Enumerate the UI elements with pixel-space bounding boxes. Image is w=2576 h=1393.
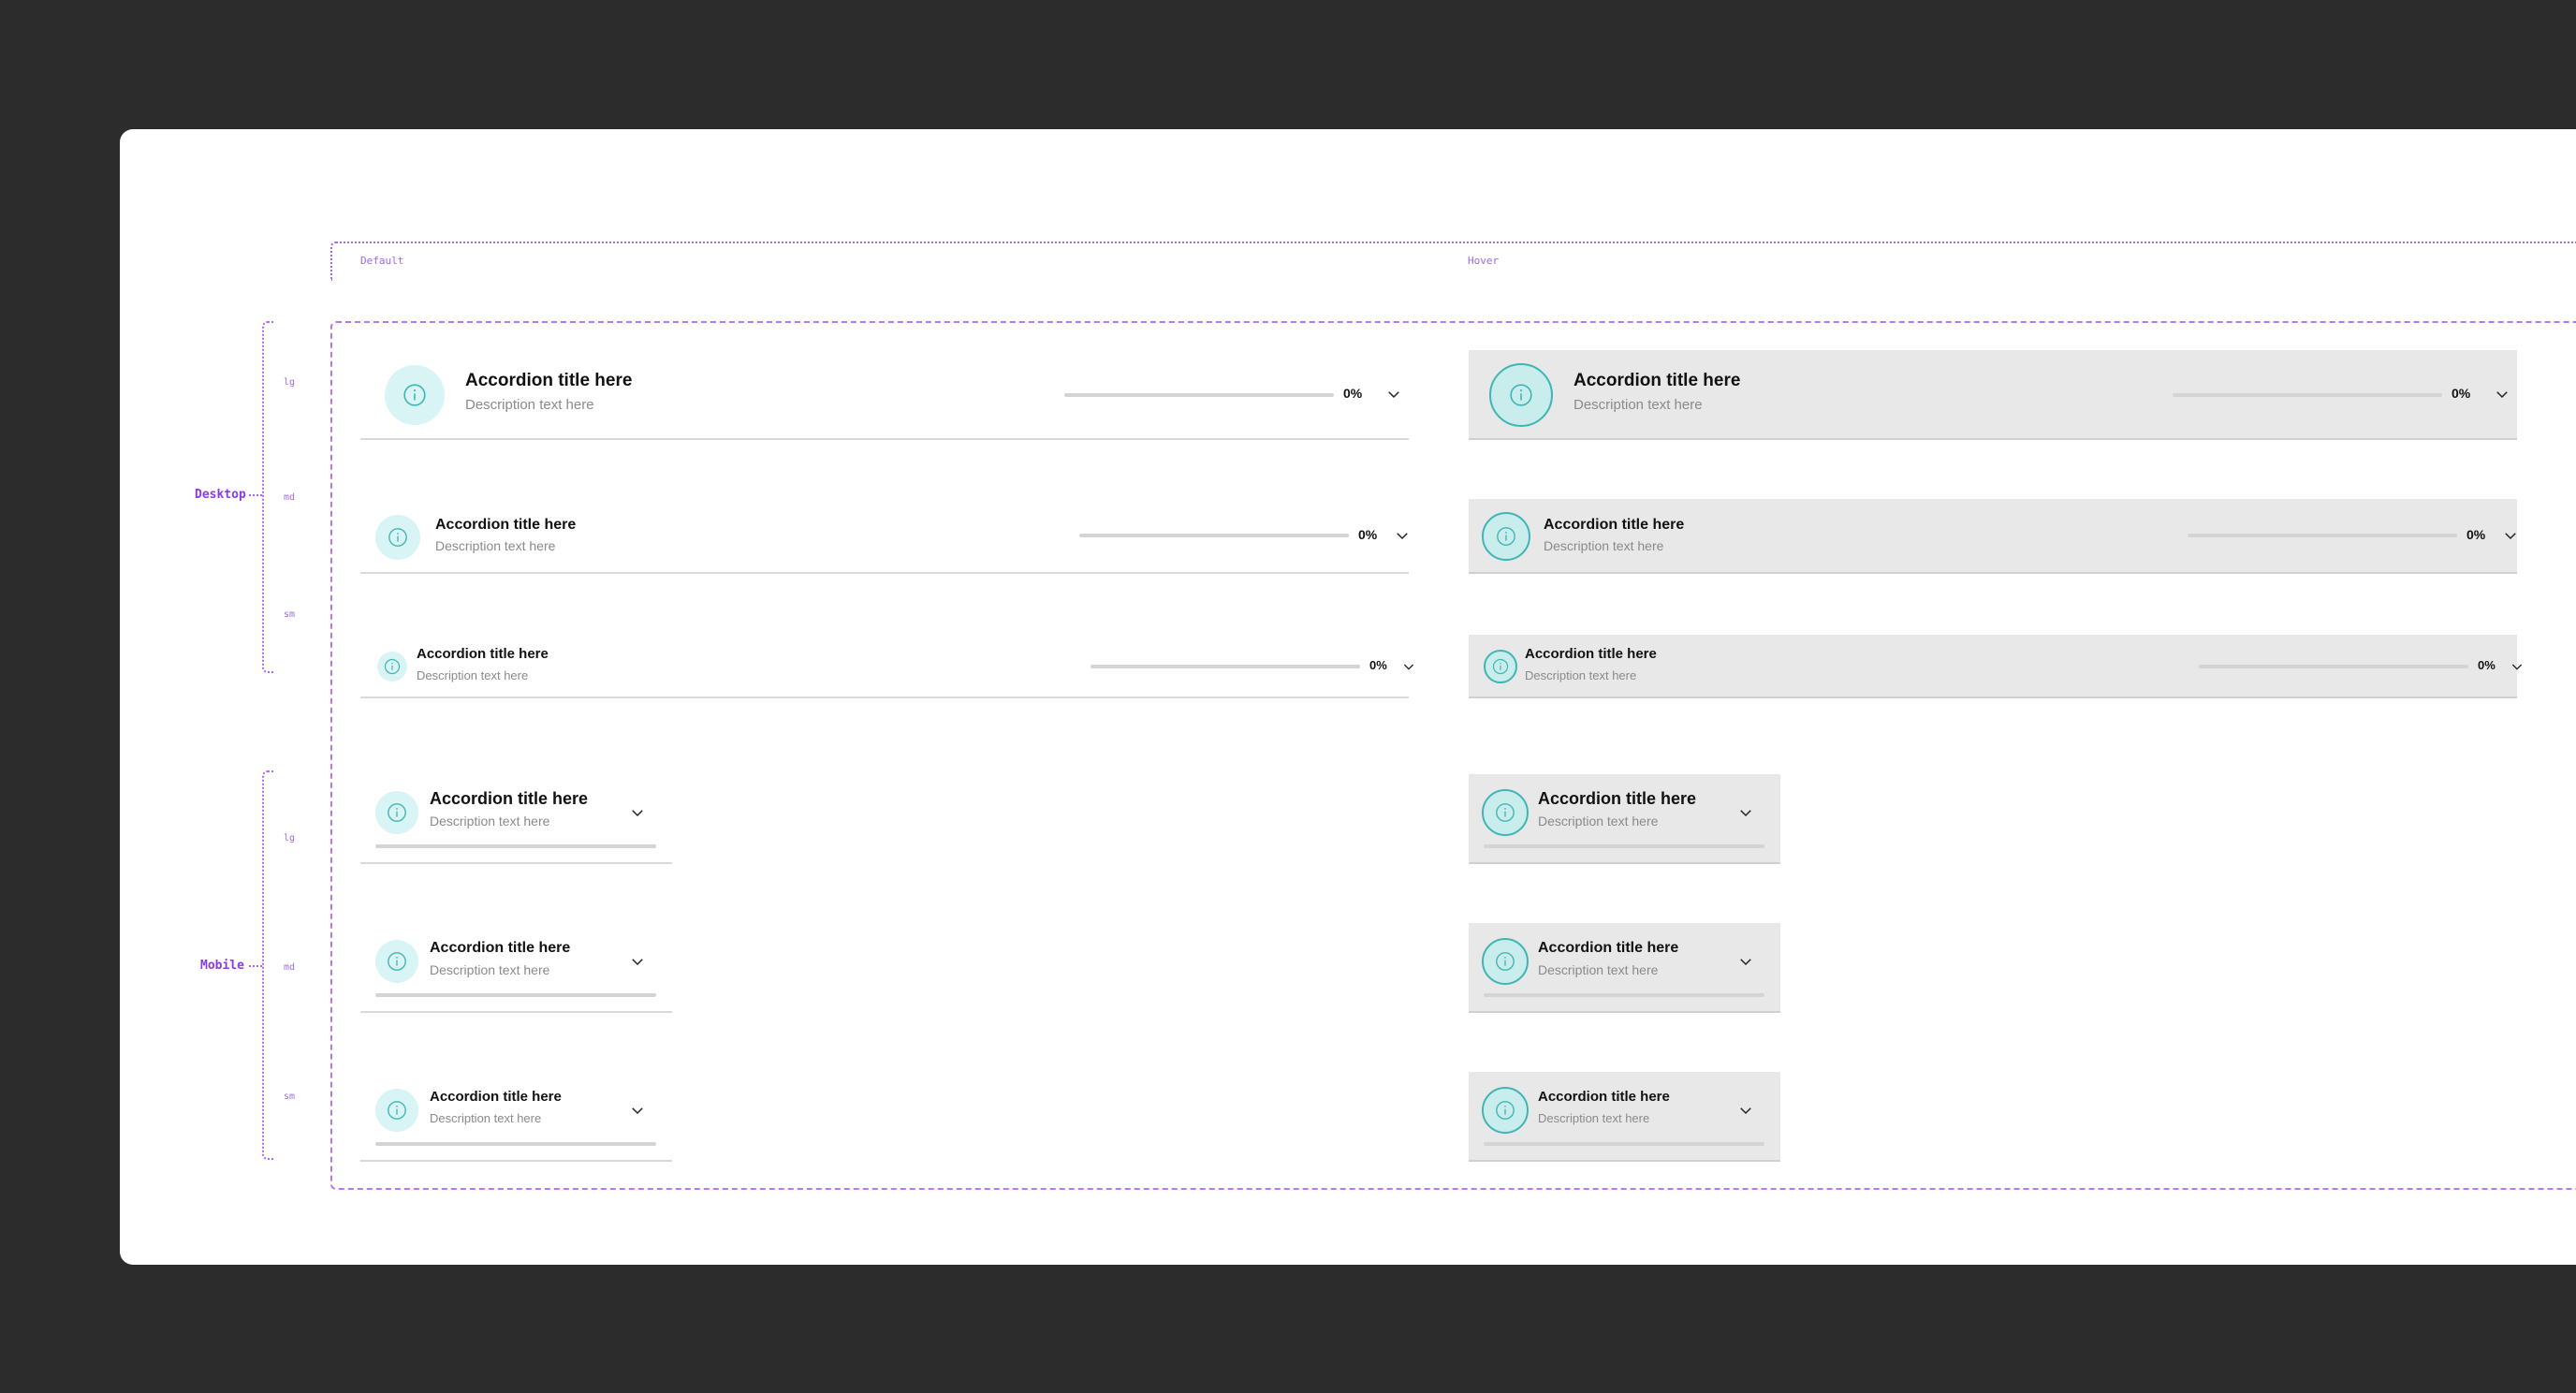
accordion-description: Description text here — [1538, 814, 1659, 828]
accordion-mobile-lg-hover[interactable]: Accordion title here Description text he… — [1469, 774, 1780, 864]
progress-bar — [1484, 993, 1764, 997]
info-icon — [375, 940, 418, 983]
progress-bar — [1079, 534, 1349, 537]
chevron-down-icon[interactable] — [1401, 659, 1416, 674]
chevron-down-icon[interactable] — [2510, 659, 2525, 674]
states-frame — [330, 242, 2576, 281]
accordion-mobile-sm-hover[interactable]: Accordion title here Description text he… — [1469, 1072, 1780, 1162]
info-icon — [375, 1089, 418, 1132]
accordion-mobile-lg-default[interactable]: Accordion title here Description text he… — [360, 774, 672, 864]
accordion-desktop-md-hover[interactable]: Accordion title here Description text he… — [1469, 499, 2517, 574]
mobile-tick — [249, 965, 262, 967]
accordion-description: Description text here — [430, 962, 550, 977]
mobile-sm-label: sm — [284, 1092, 296, 1102]
progress-label: 0% — [1343, 386, 1363, 401]
accordion-mobile-md-default[interactable]: Accordion title here Description text he… — [360, 923, 672, 1013]
info-icon — [1489, 363, 1553, 427]
mobile-bracket — [262, 770, 273, 1160]
info-icon — [1482, 512, 1530, 561]
accordion-title: Accordion title here — [430, 789, 589, 808]
accordion-description: Description text here — [1538, 1111, 1650, 1125]
accordion-title: Accordion title here — [1573, 371, 1741, 390]
accordion-description: Description text here — [465, 397, 594, 413]
mobile-group-label: Mobile — [200, 959, 244, 973]
progress-label: 0% — [1369, 658, 1387, 672]
progress-bar — [2188, 534, 2457, 537]
desktop-group-label: Desktop — [195, 488, 246, 502]
mobile-lg-label: lg — [284, 833, 296, 843]
progress-bar — [375, 844, 656, 848]
chevron-down-icon[interactable] — [1385, 386, 1402, 403]
chevron-down-icon[interactable] — [629, 804, 646, 821]
accordion-description: Description text here — [1538, 962, 1659, 977]
accordion-title: Accordion title here — [1538, 789, 1697, 808]
info-icon — [1484, 650, 1517, 683]
accordion-desktop-md-default[interactable]: Accordion title here Description text he… — [360, 499, 1409, 574]
accordion-description: Description text here — [435, 538, 556, 553]
info-icon — [375, 791, 418, 834]
default-column-label: Default — [360, 255, 404, 267]
chevron-down-icon[interactable] — [1394, 527, 1411, 544]
progress-bar — [1064, 393, 1334, 397]
desktop-sm-label: sm — [284, 609, 296, 620]
accordion-title: Accordion title here — [1538, 940, 1679, 956]
progress-bar — [2173, 393, 2442, 397]
progress-label: 0% — [2478, 658, 2496, 672]
accordion-title: Accordion title here — [1538, 1089, 1670, 1105]
design-canvas: Default Hover Desktop lg md sm Mobile lg… — [120, 129, 2576, 1265]
accordion-title: Accordion title here — [1544, 517, 1685, 533]
accordion-desktop-lg-default[interactable]: Accordion title here Description text he… — [360, 350, 1409, 440]
accordion-title: Accordion title here — [430, 940, 571, 956]
variants-frame — [330, 321, 2576, 1190]
accordion-desktop-sm-default[interactable]: Accordion title here Description text he… — [360, 635, 1414, 698]
progress-bar — [2199, 665, 2468, 668]
chevron-down-icon[interactable] — [1737, 804, 1754, 821]
accordion-description: Description text here — [417, 668, 529, 682]
desktop-lg-label: lg — [284, 377, 296, 388]
progress-bar — [375, 993, 656, 997]
accordion-title: Accordion title here — [435, 517, 577, 533]
chevron-down-icon[interactable] — [629, 953, 646, 970]
mobile-md-label: md — [284, 962, 296, 973]
accordion-mobile-md-hover[interactable]: Accordion title here Description text he… — [1469, 923, 1780, 1013]
progress-bar — [1090, 665, 1360, 668]
chevron-down-icon[interactable] — [1737, 953, 1754, 970]
progress-label: 0% — [2466, 527, 2486, 542]
accordion-desktop-sm-hover[interactable]: Accordion title here Description text he… — [1469, 635, 2523, 698]
desktop-tick — [249, 494, 262, 496]
accordion-description: Description text here — [430, 814, 550, 828]
accordion-description: Description text here — [1544, 538, 1664, 553]
accordion-description: Description text here — [1525, 668, 1637, 682]
chevron-down-icon[interactable] — [2502, 527, 2519, 544]
accordion-mobile-sm-default[interactable]: Accordion title here Description text he… — [360, 1072, 672, 1162]
accordion-description: Description text here — [430, 1111, 542, 1125]
progress-label: 0% — [1358, 527, 1378, 542]
info-icon — [1482, 938, 1529, 985]
desktop-bracket — [262, 321, 273, 673]
accordion-description: Description text here — [1573, 397, 1703, 413]
accordion-title: Accordion title here — [465, 371, 633, 390]
info-icon — [375, 515, 420, 560]
accordion-title: Accordion title here — [1525, 646, 1657, 662]
accordion-title: Accordion title here — [430, 1089, 562, 1105]
accordion-desktop-lg-hover[interactable]: Accordion title here Description text he… — [1469, 350, 2517, 440]
desktop-md-label: md — [284, 492, 296, 503]
chevron-down-icon[interactable] — [1737, 1102, 1754, 1119]
chevron-down-icon[interactable] — [2494, 386, 2510, 403]
info-icon — [377, 652, 407, 682]
accordion-title: Accordion title here — [417, 646, 549, 662]
progress-label: 0% — [2452, 386, 2471, 401]
progress-bar — [1484, 844, 1764, 848]
info-icon — [1482, 789, 1529, 836]
progress-bar — [375, 1142, 656, 1146]
hover-column-label: Hover — [1468, 255, 1500, 267]
info-icon — [1482, 1087, 1529, 1134]
chevron-down-icon[interactable] — [629, 1102, 646, 1119]
info-icon — [385, 365, 445, 425]
progress-bar — [1484, 1142, 1764, 1146]
